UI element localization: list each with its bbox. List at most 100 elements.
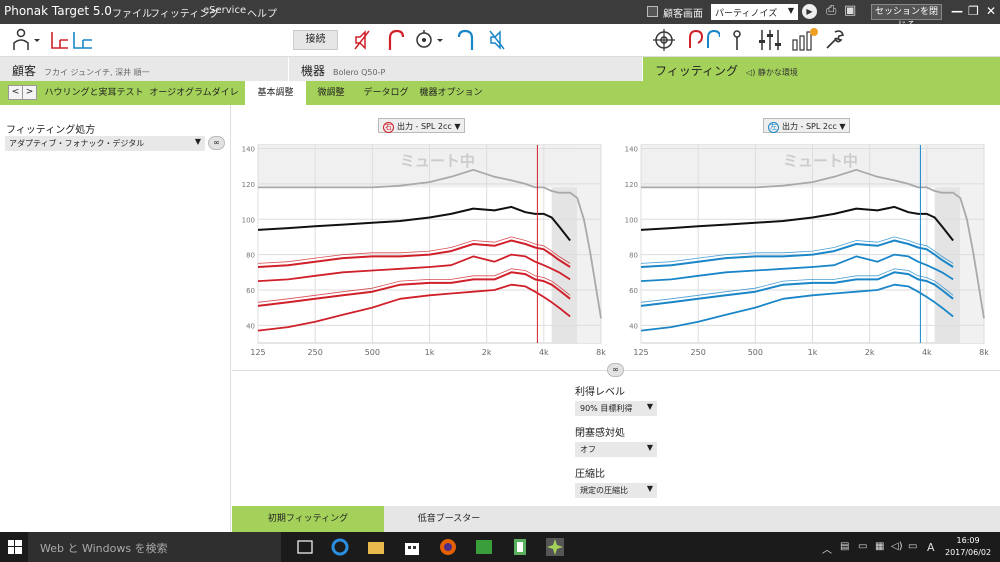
task-view-icon[interactable]: [296, 538, 314, 556]
client-screen-label: 顧客画面: [663, 9, 703, 20]
volume-icon[interactable]: ◁): [891, 541, 903, 552]
link-icon[interactable]: ∞: [208, 136, 225, 150]
tab-datalog[interactable]: データログ: [358, 81, 414, 105]
client-icon[interactable]: [12, 28, 46, 52]
prescription-label: フィッティング処方: [6, 125, 96, 136]
x-tick-label: 250: [308, 348, 323, 357]
tab-feedback-test[interactable]: ハウリングと実耳テスト: [44, 81, 144, 105]
windows-start-icon[interactable]: [8, 540, 22, 554]
target-icon[interactable]: [653, 28, 675, 52]
prescription-value: アダプティブ・フォナック・デジタル: [9, 139, 145, 148]
taskbar-search-input[interactable]: Web と Windows を検索: [28, 532, 281, 562]
notification-icon[interactable]: ▭: [908, 541, 917, 552]
datalog-bars-icon[interactable]: [792, 28, 820, 52]
restore-icon[interactable]: ❐: [968, 4, 979, 18]
close-icon[interactable]: ✕: [986, 4, 996, 18]
main-toolbar: 接続: [0, 24, 1000, 57]
chevron-down-icon: ▼: [646, 402, 653, 411]
y-tick-label: 60: [629, 287, 638, 295]
hearing-aid-left-icon[interactable]: [456, 28, 478, 52]
chevron-down-icon: ▼: [787, 6, 794, 15]
title-bar: Phonak Target 5.0 ファイル フィッティング eService …: [0, 0, 1000, 31]
y-tick-label: 120: [625, 181, 638, 189]
y-tick-label: 100: [242, 216, 255, 224]
menu-help[interactable]: ヘルプ: [247, 5, 277, 20]
x-tick-label: 8k: [979, 348, 989, 357]
battery-icon[interactable]: ▭: [858, 541, 867, 552]
client-name: フカイ ジュンイチ, 深井 順一: [44, 68, 150, 77]
windows-taskbar: Web と Windows を検索 ︿ ▤ ▭ ▦ ◁) ▭ A 16:09 2…: [0, 532, 1000, 562]
mute-left-icon[interactable]: [488, 28, 506, 52]
occlusion-select[interactable]: オフ ▼: [575, 442, 657, 457]
app-green-icon[interactable]: [475, 538, 493, 556]
file-explorer-icon[interactable]: [367, 538, 385, 556]
mute-right-icon[interactable]: [353, 28, 371, 52]
x-tick-label: 4k: [922, 348, 932, 357]
tab-fine-tuning[interactable]: 微調整: [306, 81, 356, 105]
tab-audiogram-direct[interactable]: オージオグラムダイレクト: [146, 81, 242, 122]
chevron-down-icon: ▼: [646, 443, 653, 452]
client-screen-checkbox[interactable]: [647, 6, 658, 17]
speaker-icon: ◁): [746, 68, 756, 77]
tab-basic-tuning[interactable]: 基本調整: [245, 81, 306, 105]
equalizer-icon[interactable]: [758, 28, 782, 52]
fitting-environment: 静かな環境: [757, 68, 798, 77]
client-header: 顧客 フカイ ジュンイチ, 深井 順一: [0, 57, 288, 81]
right-ear-chart: 125 250 500 1k 2k 4k 8k 40 60 80 100 120 140 ミュート中: [242, 144, 606, 357]
right-chart-title: 出力 - SPL 2cc: [397, 122, 452, 131]
link-ears-icon[interactable]: ∞: [607, 363, 624, 377]
program-icon[interactable]: [413, 28, 445, 52]
menu-file[interactable]: ファイル: [112, 5, 152, 20]
fitting-tabs: < > ハウリングと実耳テスト オージオグラムダイレクト 基本調整 微調整 デー…: [0, 81, 1000, 122]
mute-watermark: ミュート中: [400, 152, 475, 170]
clock-time: 16:09: [956, 536, 980, 545]
environment-select[interactable]: パーティノイズ ▼: [711, 4, 798, 20]
left-chart-selector[interactable]: 左出力 - SPL 2cc ▼: [763, 118, 851, 133]
tray-app-icon[interactable]: ▤: [840, 541, 849, 552]
compression-select[interactable]: 規定の圧縮比 ▼: [575, 483, 657, 498]
y-tick-label: 140: [625, 146, 638, 154]
compression-value: 規定の圧縮比: [580, 486, 628, 495]
tray-chevron-icon[interactable]: ︿: [822, 541, 832, 556]
x-tick-label: 1k: [808, 348, 818, 357]
x-tick-label: 1k: [425, 348, 435, 357]
y-tick-label: 40: [246, 322, 255, 330]
x-tick-label: 8k: [596, 348, 606, 357]
network-icon[interactable]: ▦: [875, 541, 884, 552]
back-icon[interactable]: <: [8, 85, 23, 100]
right-ear-badge: 右: [383, 122, 394, 133]
ime-indicator[interactable]: A: [927, 541, 935, 554]
save-icon[interactable]: ▣: [844, 3, 856, 18]
tab-bass-booster[interactable]: 低音ブースター: [384, 506, 514, 532]
connect-button[interactable]: 接続: [293, 30, 338, 50]
x-tick-label: 4k: [539, 348, 549, 357]
right-chart-selector[interactable]: 右出力 - SPL 2cc ▼: [378, 118, 466, 133]
forward-icon[interactable]: >: [22, 85, 37, 100]
edge-browser-icon[interactable]: [331, 538, 349, 556]
prescription-select[interactable]: アダプティブ・フォナック・デジタル ▼: [5, 136, 205, 151]
tab-initial-fitting[interactable]: 初期フィッティング: [232, 506, 384, 532]
hearing-aid-right-icon[interactable]: [384, 28, 406, 52]
menu-eservice[interactable]: eService: [203, 5, 246, 16]
chevron-down-icon: ▼: [646, 484, 653, 493]
tab-device-options[interactable]: 機器オプション: [418, 81, 484, 105]
minimize-icon[interactable]: —: [951, 4, 963, 18]
x-tick-label: 500: [748, 348, 763, 357]
gain-level-select[interactable]: 90% 目標利得 ▼: [575, 401, 657, 416]
print-icon[interactable]: ⎙: [826, 3, 836, 18]
taskbar-clock[interactable]: 16:09 2017/06/02: [945, 535, 991, 559]
audiogram-icon[interactable]: [50, 28, 94, 52]
x-tick-label: 125: [250, 348, 265, 357]
wrench-icon[interactable]: [823, 28, 845, 52]
store-icon[interactable]: [403, 538, 421, 556]
x-tick-label: 2k: [482, 348, 492, 357]
app-clipboard-icon[interactable]: [511, 538, 529, 556]
ear-icon[interactable]: [686, 28, 720, 52]
close-session-button[interactable]: セッションを閉じる: [871, 4, 942, 31]
clock-date: 2017/06/02: [945, 548, 992, 557]
play-icon[interactable]: ▶: [802, 4, 817, 19]
firefox-icon[interactable]: [439, 538, 457, 556]
phonak-target-taskbar-icon[interactable]: [546, 538, 564, 556]
chevron-down-icon: ▼: [454, 122, 461, 131]
tuning-pin-icon[interactable]: [730, 28, 744, 52]
